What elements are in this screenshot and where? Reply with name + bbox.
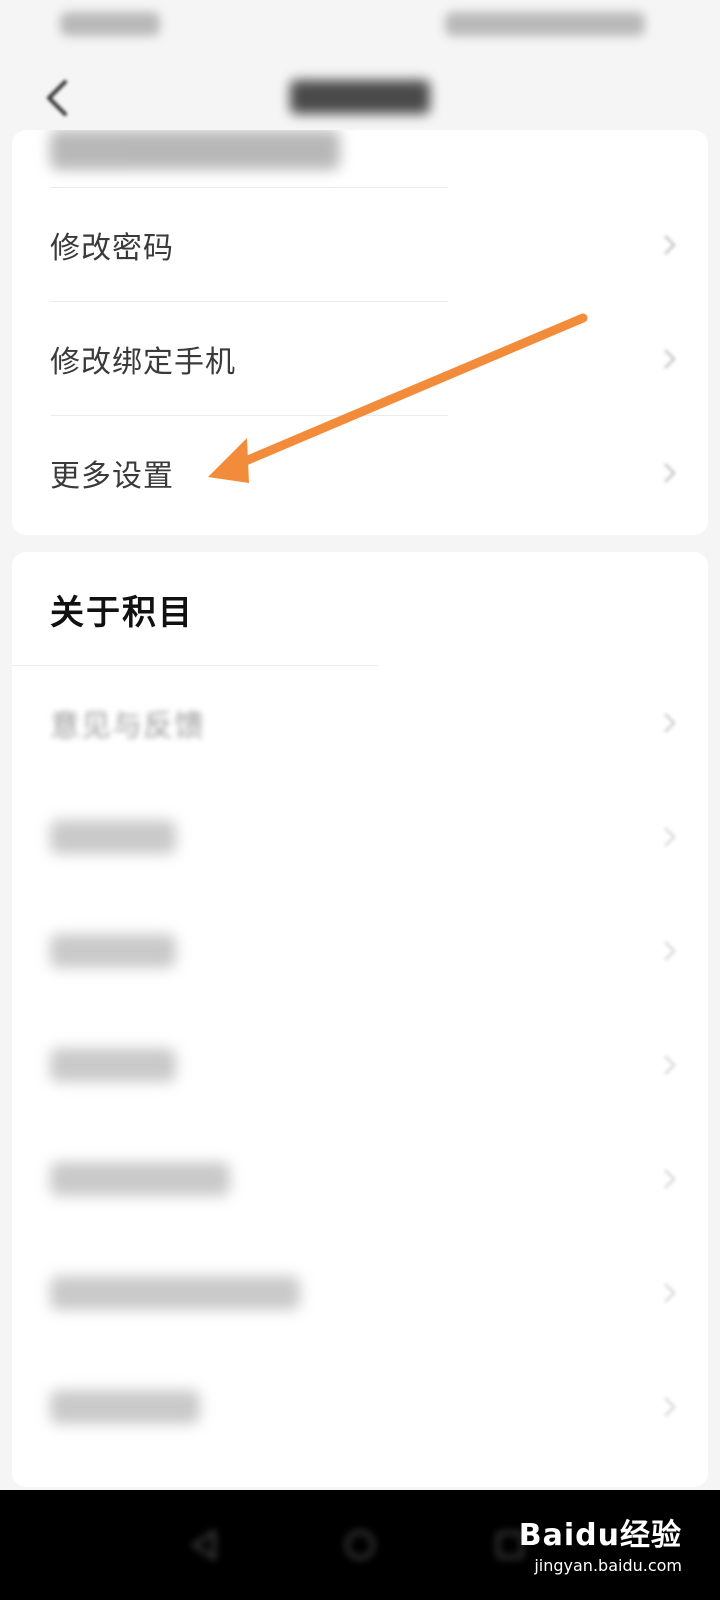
about-row-blurred[interactable] [12, 1008, 708, 1122]
settings-row-label: 修改绑定手机 [50, 345, 236, 380]
chevron-right-icon [663, 462, 677, 484]
settings-row-label: 修改密码 [50, 231, 174, 266]
watermark-sub: jingyan.baidu.com [534, 1556, 682, 1575]
blurred-label [50, 820, 176, 854]
about-row-feedback[interactable]: 意见与反馈 [12, 666, 708, 780]
chevron-right-icon [663, 1168, 677, 1190]
status-bar [0, 0, 720, 50]
settings-row-label: 更多设置 [50, 459, 174, 494]
chevron-right-icon [663, 1396, 677, 1418]
chevron-right-icon [663, 940, 677, 962]
about-row-blurred[interactable] [12, 1350, 708, 1464]
home-circle-icon [345, 1530, 375, 1560]
settings-row-partial[interactable] [12, 130, 708, 188]
nav-home-button[interactable] [335, 1520, 385, 1570]
settings-row-more-settings[interactable]: 更多设置 [12, 416, 708, 530]
back-triangle-icon [191, 1529, 216, 1561]
chevron-right-icon [663, 348, 677, 370]
section-title: 关于积目 [50, 592, 194, 633]
chevron-right-icon [663, 1054, 677, 1076]
about-row-blurred[interactable] [12, 894, 708, 1008]
chevron-right-icon [663, 234, 677, 256]
back-button[interactable] [30, 72, 82, 124]
blurred-label [50, 1162, 230, 1196]
about-card: 关于积目 意见与反馈 [12, 552, 708, 1487]
status-time-blur [60, 12, 160, 36]
chevron-right-icon [663, 826, 677, 848]
watermark-main: Baidu经验 [518, 1518, 682, 1553]
status-icons-blur [445, 12, 645, 36]
account-settings-card: 修改密码 修改绑定手机 更多设置 [12, 130, 708, 535]
about-row-blurred[interactable] [12, 780, 708, 894]
system-nav-bar: Baidu经验 jingyan.baidu.com [0, 1490, 720, 1600]
blurred-label [50, 1276, 300, 1310]
settings-row-change-phone[interactable]: 修改绑定手机 [12, 302, 708, 416]
chevron-right-icon [663, 712, 677, 734]
chevron-left-icon [47, 80, 67, 116]
settings-row-change-password[interactable]: 修改密码 [12, 188, 708, 302]
blurred-label [50, 1048, 176, 1082]
page-title-blurred [290, 80, 430, 114]
about-header-row: 关于积目 [12, 552, 708, 666]
about-row-blurred[interactable] [12, 1122, 708, 1236]
about-row-blurred[interactable] [12, 1236, 708, 1350]
blurred-label [50, 1390, 200, 1424]
nav-back-button[interactable] [180, 1520, 230, 1570]
about-row-label: 意见与反馈 [50, 709, 205, 744]
chevron-right-icon [663, 1282, 677, 1304]
partial-row-blur [50, 130, 340, 170]
blurred-label [50, 934, 176, 968]
baidu-watermark: Baidu经验 jingyan.baidu.com [519, 1510, 682, 1575]
